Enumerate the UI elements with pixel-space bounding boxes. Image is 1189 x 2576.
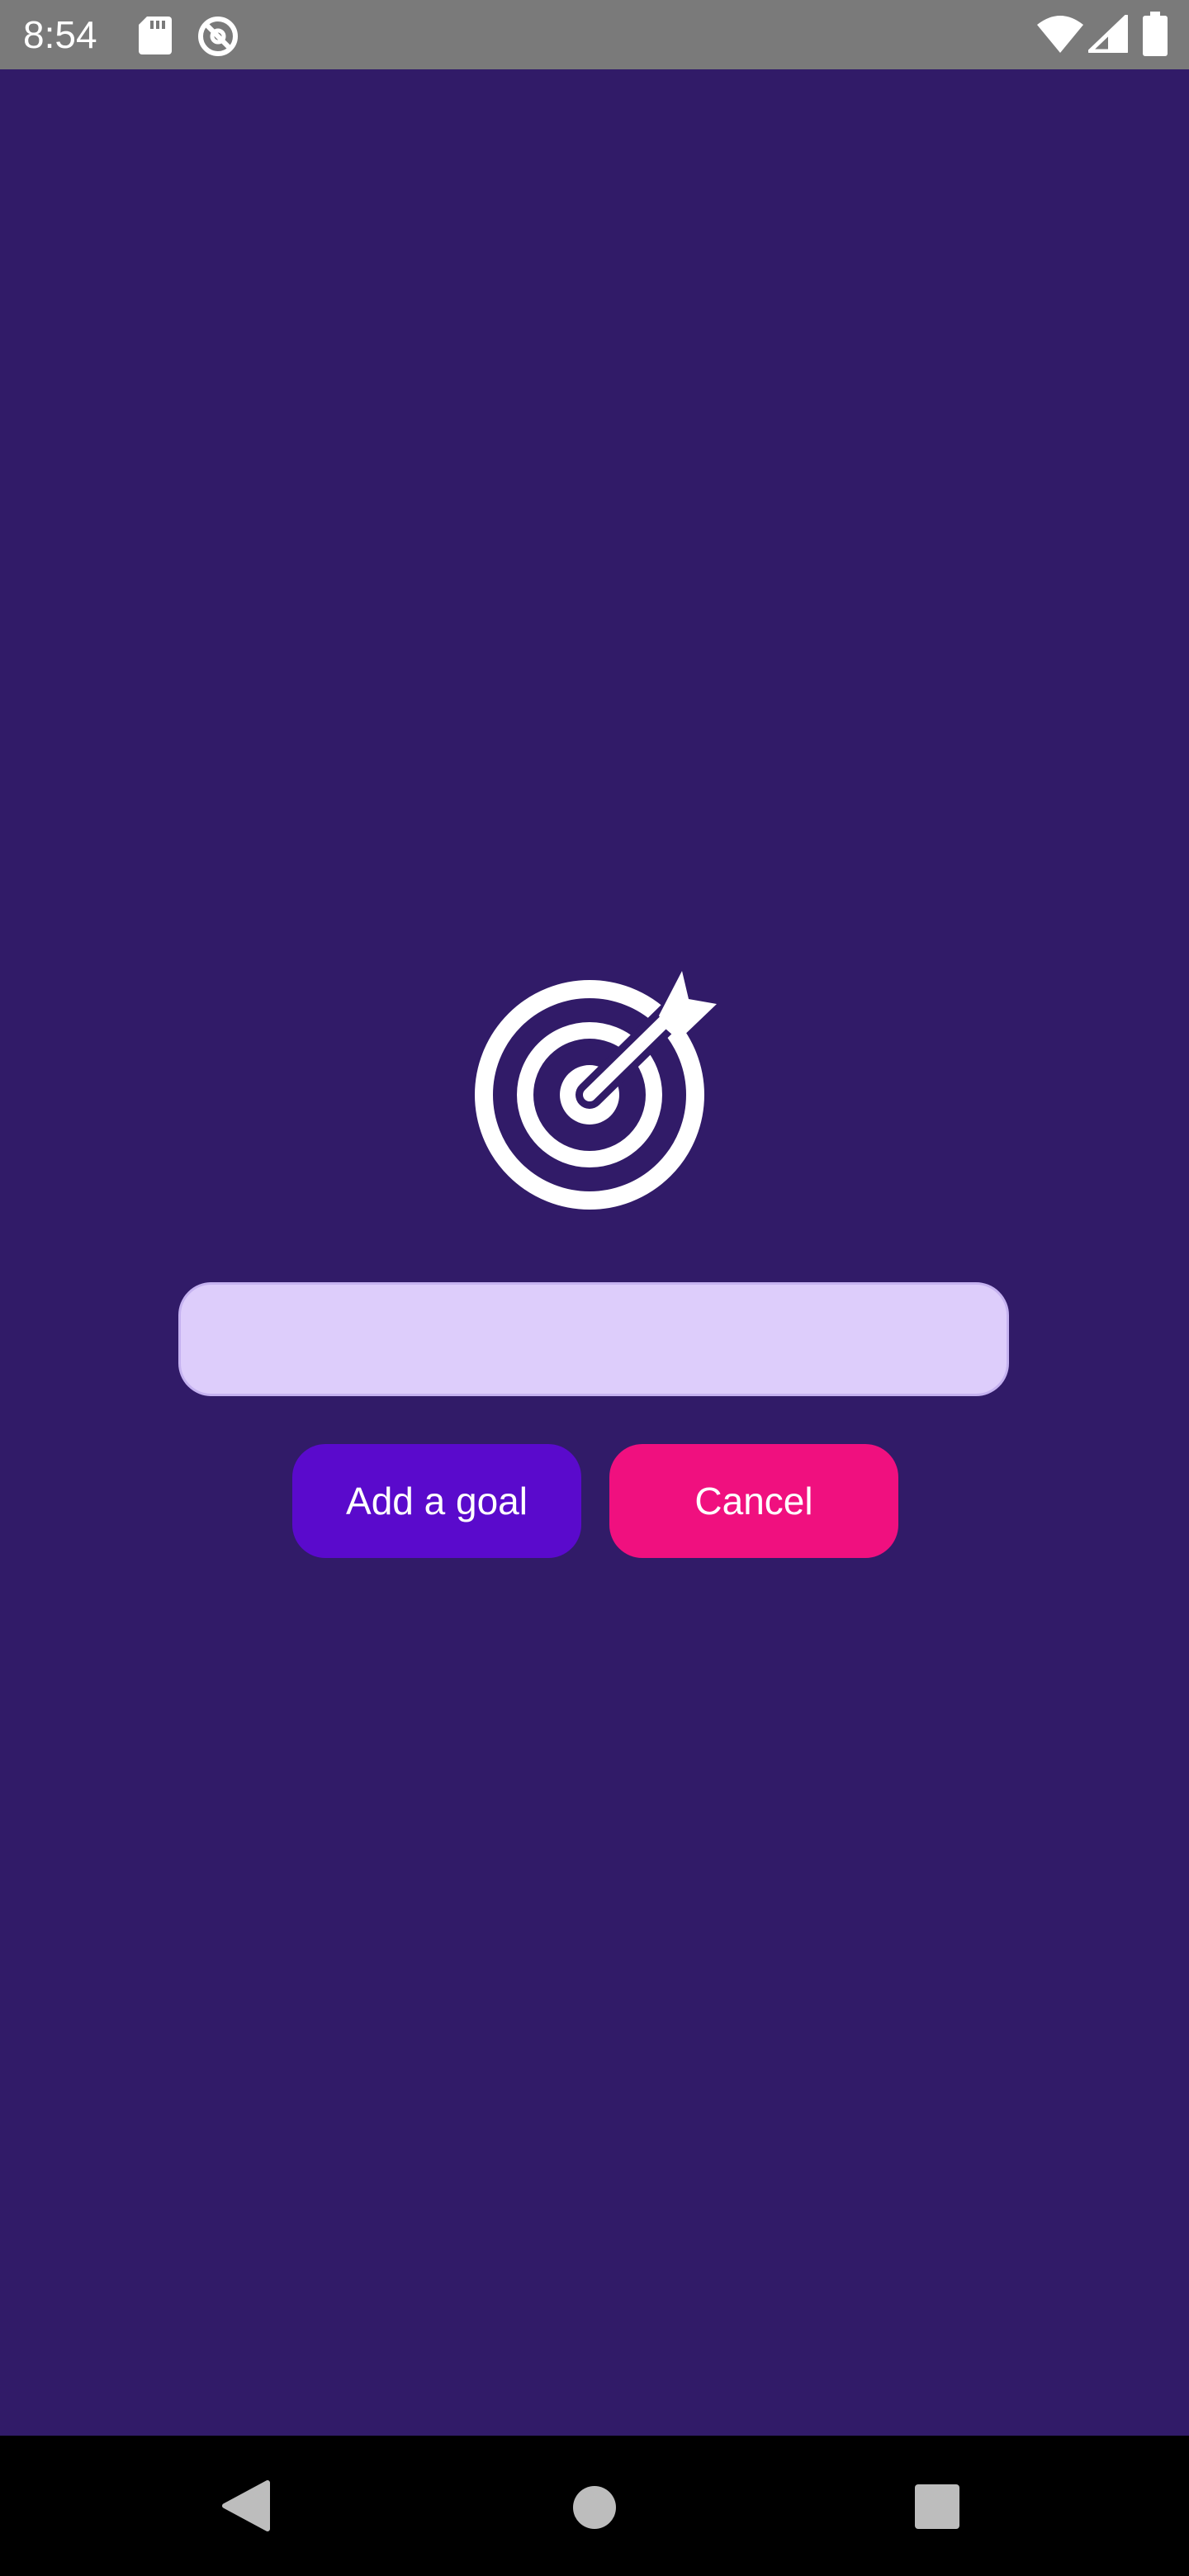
home-icon[interactable] bbox=[571, 2484, 618, 2531]
back-icon[interactable] bbox=[221, 2479, 271, 2532]
do-not-disturb-icon bbox=[198, 17, 238, 56]
status-bar: 8:54 bbox=[0, 0, 1189, 69]
sd-card-icon bbox=[139, 17, 172, 54]
wifi-icon bbox=[1037, 16, 1083, 53]
cell-signal-icon bbox=[1088, 15, 1128, 53]
target-icon bbox=[475, 971, 717, 1210]
add-goal-button[interactable]: Add a goal bbox=[292, 1444, 581, 1558]
cancel-button[interactable]: Cancel bbox=[609, 1444, 898, 1558]
recents-icon[interactable] bbox=[915, 2484, 959, 2529]
app-screen: 8:54 Add a goal Cancel bbox=[0, 0, 1189, 2576]
battery-icon bbox=[1143, 12, 1168, 56]
goal-input[interactable] bbox=[178, 1282, 1009, 1396]
status-time: 8:54 bbox=[23, 13, 97, 56]
